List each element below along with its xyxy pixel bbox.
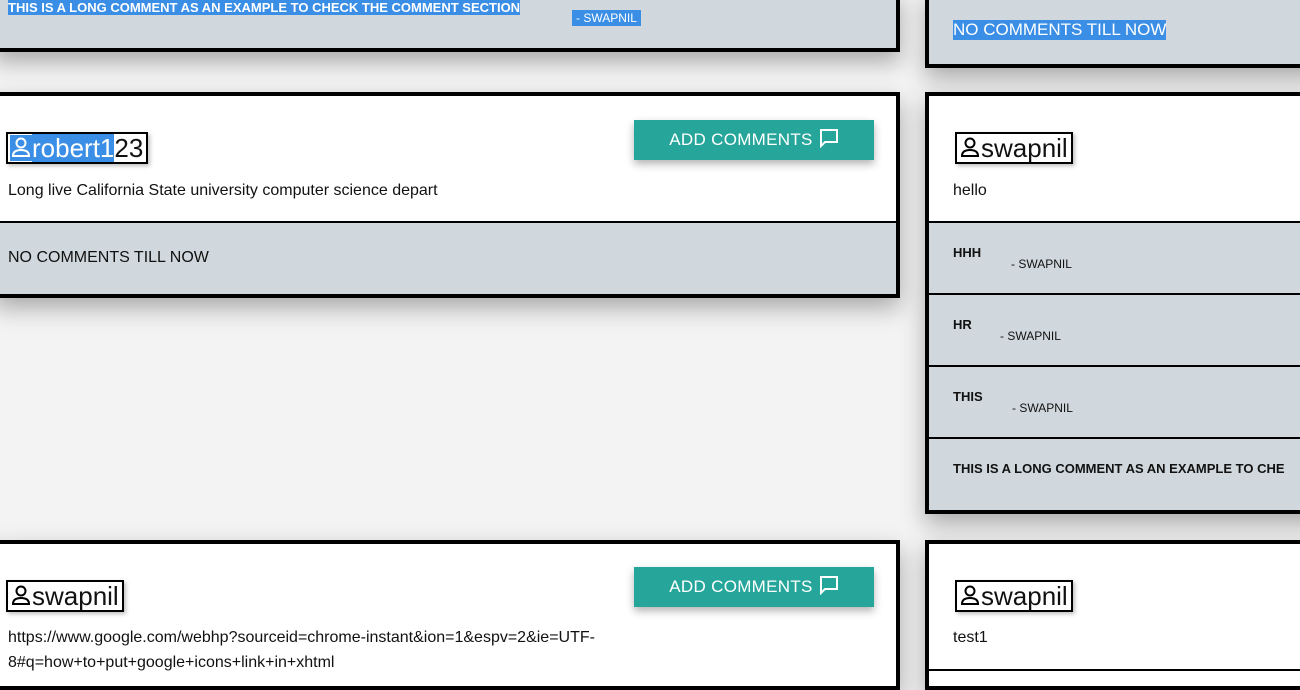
person-outline-icon — [959, 135, 981, 161]
username: swapnil — [32, 581, 119, 611]
add-comments-label: ADD COMMENTS — [669, 130, 813, 149]
comment-author: - SWAPNIL — [1012, 401, 1073, 415]
post-header: robert1 23 ADD COMMENTS Long live Califo… — [0, 96, 896, 221]
username-badge[interactable]: swapnil — [955, 580, 1073, 612]
comment-row: THIS IS A LONG COMMENT AS AN EXAMPLE TO … — [929, 437, 1300, 510]
post-header: swapnil ADD COMMENTS https://www.google.… — [0, 544, 896, 686]
post-header: swapnil hello — [929, 96, 1300, 221]
post-card-top-left: THIS IS A LONG COMMENT AS AN EXAMPLE TO … — [0, 0, 900, 52]
comment-author: - SWAPNIL — [572, 10, 641, 26]
username: swapnil — [981, 133, 1068, 163]
username-badge[interactable]: swapnil — [6, 580, 124, 612]
post-body: Long live California State university co… — [8, 182, 438, 199]
add-comments-label: ADD COMMENTS — [669, 577, 813, 596]
add-comments-button[interactable]: ADD COMMENTS — [634, 567, 874, 607]
comments-section: NO COMMENTS TILL NOW — [929, 0, 1300, 64]
username-rest: 23 — [114, 133, 144, 163]
username-selected: robert1 — [32, 133, 115, 163]
post-header: swapnil test1 — [929, 544, 1300, 669]
comment-text: THIS IS A LONG COMMENT AS AN EXAMPLE TO … — [953, 461, 1285, 476]
comment-row: THIS IS A LONG COMMENT AS AN EXAMPLE TO … — [0, 0, 896, 48]
comment-author: - SWAPNIL — [1011, 257, 1072, 271]
post-body-line-2: 8#q=how+to+put+google+icons+link+in+xhtm… — [8, 654, 335, 671]
comment-author: - SWAPNIL — [1000, 329, 1061, 343]
post-body-line-1: https://www.google.com/webhp?sourceid=ch… — [8, 629, 595, 646]
post-body: test1 — [953, 629, 988, 646]
post-divider — [929, 669, 1300, 686]
no-comments-label: NO COMMENTS TILL NOW — [8, 249, 209, 266]
post-card-test1: swapnil test1 — [925, 540, 1300, 690]
comment-row: HHH - SWAPNIL — [929, 221, 1300, 293]
post-card-top-right: NO COMMENTS TILL NOW — [925, 0, 1300, 68]
person-outline-icon — [10, 135, 32, 161]
comment-text: THIS IS A LONG COMMENT AS AN EXAMPLE TO … — [8, 0, 521, 15]
comment-text: THIS — [953, 389, 983, 404]
comment-bubble-icon — [813, 575, 839, 600]
username: swapnil — [981, 581, 1068, 611]
username-badge[interactable]: robert1 23 — [6, 132, 149, 164]
comments-section: NO COMMENTS TILL NOW — [0, 221, 896, 294]
person-outline-icon — [959, 583, 981, 609]
comment-row: THIS - SWAPNIL — [929, 365, 1300, 437]
comment-text: HR — [953, 317, 972, 332]
person-outline-icon — [10, 583, 32, 609]
username-badge[interactable]: swapnil — [955, 132, 1073, 164]
no-comments-label: NO COMMENTS TILL NOW — [953, 20, 1167, 40]
add-comments-button[interactable]: ADD COMMENTS — [634, 120, 874, 160]
comment-row: HR - SWAPNIL — [929, 293, 1300, 365]
post-body: hello — [953, 182, 987, 199]
post-card-google: swapnil ADD COMMENTS https://www.google.… — [0, 540, 900, 690]
post-card-hello: swapnil hello HHH - SWAPNIL HR - SWAPNIL… — [925, 92, 1300, 514]
comment-bubble-icon — [813, 128, 839, 153]
comment-text: HHH — [953, 245, 982, 260]
post-card-robert: robert1 23 ADD COMMENTS Long live Califo… — [0, 92, 900, 298]
